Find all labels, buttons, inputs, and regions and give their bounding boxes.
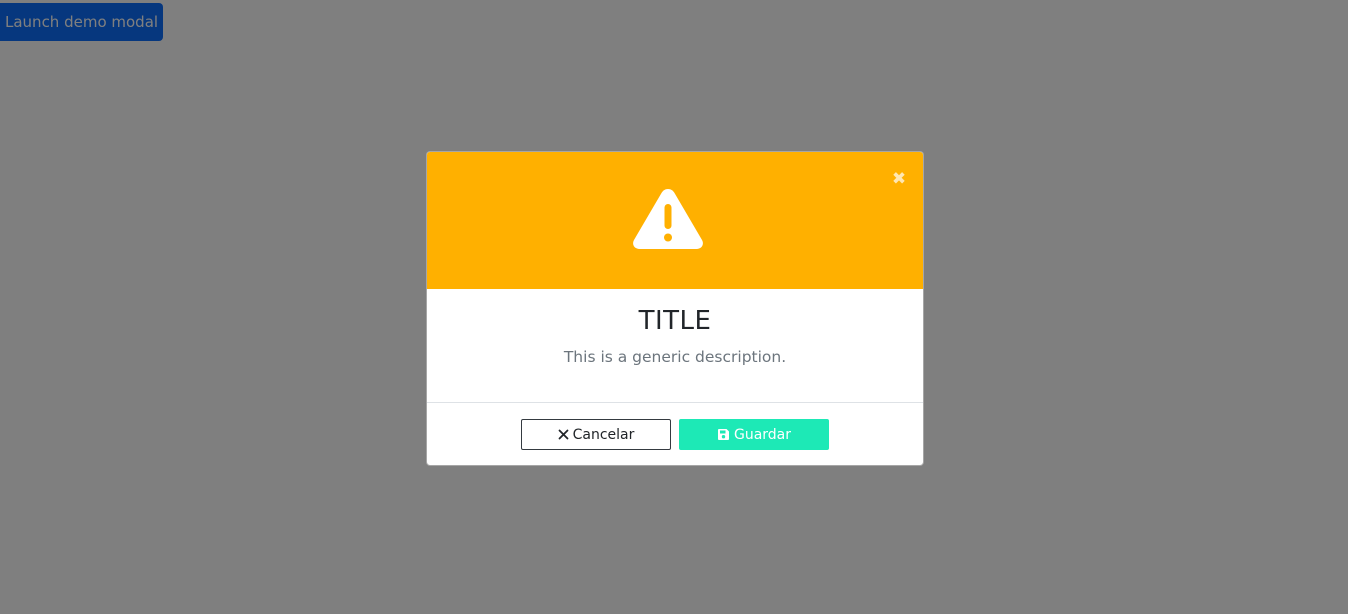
modal-header: ✖ [427,152,923,289]
modal-dialog: ✖ TITLE This is a generic description. C… [426,151,924,466]
cancel-button-label: Cancelar [572,426,635,443]
save-button-label: Guardar [733,426,792,443]
modal-title: TITLE [638,306,712,336]
save-button[interactable]: Guardar [679,419,829,450]
warning-triangle-icon [633,189,703,249]
page: Launch demo modal ✖ TITLE This is a gene… [0,0,1348,614]
floppy-disk-icon [717,428,730,441]
cancel-button[interactable]: Cancelar [521,419,671,450]
modal-description: This is a generic description. [563,348,787,366]
close-icon[interactable]: ✖ [890,170,908,188]
modal-footer: Cancelar Guardar [427,402,923,465]
modal-body: TITLE This is a generic description. [427,289,923,402]
times-icon [558,429,569,440]
